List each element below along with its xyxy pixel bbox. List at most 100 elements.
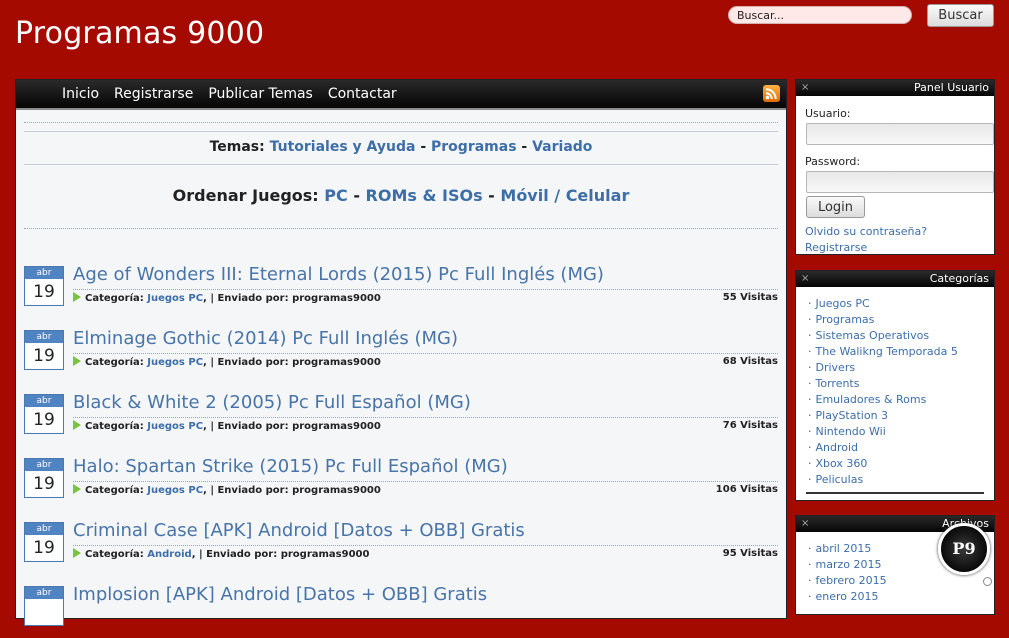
triangle-icon [73,420,81,430]
post-title-link[interactable]: Age of Wonders III: Eternal Lords (2015)… [73,264,604,285]
topic-link-tutoriales[interactable]: Tutoriales y Ayuda [270,139,416,155]
navbar: Inicio Registrarse Publicar Temas Contac… [16,80,786,110]
search-button[interactable]: Buscar [927,4,994,27]
sent-by-label: Enviado por: [217,293,289,304]
post-meta: Categoría: Juegos PC, | Enviado por: pro… [73,484,381,496]
meta-separator: , | [203,485,214,496]
topic-link-variado[interactable]: Variado [532,139,592,155]
category-item[interactable]: Programas [808,312,958,328]
meta-separator: , | [191,549,203,560]
date-day: 19 [33,346,55,366]
site-title[interactable]: Programas 9000 [15,16,264,51]
search-input[interactable] [728,6,912,24]
date-month: abr [25,459,63,471]
widget-title: Categorías [929,272,989,285]
post-author: programas9000 [292,421,381,432]
username-field[interactable] [806,123,994,145]
password-label: Password: [805,155,861,168]
password-field[interactable] [806,171,994,193]
divider [24,122,778,123]
post-title-link[interactable]: Elminage Gothic (2014) Pc Full Inglés (M… [73,328,458,349]
meta-separator: , | [203,293,214,304]
post-underline [73,417,778,418]
category-item[interactable]: Juegos PC [808,296,958,312]
rss-icon[interactable] [763,85,780,102]
divider [24,131,778,132]
post-item: abr 19 Criminal Case [APK] Android [Dato… [24,520,778,574]
nav-item-registrarse[interactable]: Registrarse [114,80,193,108]
date-month: abr [25,587,63,599]
p9-logo-badge[interactable]: P9 [938,523,990,575]
post-title-link[interactable]: Implosion [APK] Android [Datos + OBB] Gr… [73,584,487,605]
divider [24,228,778,229]
order-link-roms[interactable]: ROMs & ISOs [366,186,483,205]
category-item[interactable]: Peliculas [808,472,958,488]
user-panel-widget: × Panel Usuario Usuario: Password: Login… [795,79,995,255]
category-label: Categoría: [85,549,144,560]
archive-item[interactable]: febrero 2015 [808,573,887,589]
post-underline [73,353,778,354]
meta-separator: , | [203,421,214,432]
category-item[interactable]: PlayStation 3 [808,408,958,424]
category-link[interactable]: Juegos PC [147,293,203,304]
category-label: Categoría: [85,421,144,432]
post-title-link[interactable]: Criminal Case [APK] Android [Datos + OBB… [73,520,525,541]
divider [24,164,778,165]
category-item[interactable]: Android [808,440,958,456]
category-label: Categoría: [85,357,144,368]
sent-by-label: Enviado por: [217,485,289,496]
separator: - [420,139,427,155]
category-item[interactable]: Sistemas Operativos [808,328,958,344]
order-row: Ordenar Juegos: PC - ROMs & ISOs - Móvil… [16,186,786,205]
register-link[interactable]: Registrarse [805,241,867,254]
category-item[interactable]: Torrents [808,376,958,392]
nav-item-publicar-temas[interactable]: Publicar Temas [208,80,313,108]
close-icon[interactable]: × [801,81,809,95]
post-item: abr 19 Age of Wonders III: Eternal Lords… [24,264,778,318]
order-link-pc[interactable]: PC [324,186,347,205]
date-badge: abr 19 [24,266,64,306]
category-label: Categoría: [85,293,144,304]
close-icon[interactable]: × [801,517,809,531]
post-visits: 95 Visitas [722,548,778,559]
archive-item[interactable]: abril 2015 [808,541,887,557]
categories-list: Juegos PC Programas Sistemas Operativos … [808,296,958,488]
post-meta: Categoría: Juegos PC, | Enviado por: pro… [73,292,381,304]
category-link[interactable]: Android [147,549,191,560]
post-item: abr Implosion [APK] Android [Datos + OBB… [24,584,778,638]
post-item: abr 19 Halo: Spartan Strike (2015) Pc Fu… [24,456,778,510]
widget-title: Panel Usuario [914,81,989,94]
date-month: abr [25,331,63,343]
category-item[interactable]: Nintendo Wii [808,424,958,440]
login-button[interactable]: Login [806,196,865,218]
nav-item-inicio[interactable]: Inicio [62,80,99,108]
topics-label: Temas: [209,139,265,155]
order-link-movil[interactable]: Móvil / Celular [500,186,629,205]
archives-list: abril 2015 marzo 2015 febrero 2015 enero… [808,541,887,605]
close-icon[interactable]: × [801,272,809,286]
category-link[interactable]: Juegos PC [147,485,203,496]
post-title-link[interactable]: Black & White 2 (2005) Pc Full Español (… [73,392,471,413]
category-link[interactable]: Juegos PC [147,421,203,432]
post-visits: 106 Visitas [715,484,778,495]
topic-link-programas[interactable]: Programas [431,139,517,155]
category-item[interactable]: Xbox 360 [808,456,958,472]
post-author: programas9000 [292,293,381,304]
post-title-link[interactable]: Halo: Spartan Strike (2015) Pc Full Espa… [73,456,508,477]
date-badge: abr 19 [24,330,64,370]
date-month: abr [25,395,63,407]
date-month: abr [25,523,63,535]
post-author: programas9000 [280,549,370,560]
widget-header: × Categorías [796,271,994,287]
category-label: Categoría: [85,485,144,496]
badge-resize-handle[interactable] [983,577,992,586]
archive-item[interactable]: marzo 2015 [808,557,887,573]
nav-item-contactar[interactable]: Contactar [328,80,397,108]
category-item[interactable]: Emuladores & Roms [808,392,958,408]
post-item: abr 19 Elminage Gothic (2014) Pc Full In… [24,328,778,382]
category-item[interactable]: Drivers [808,360,958,376]
post-item: abr 19 Black & White 2 (2005) Pc Full Es… [24,392,778,446]
category-link[interactable]: Juegos PC [147,357,203,368]
category-item[interactable]: The Walikng Temporada 5 [808,344,958,360]
forgot-password-link[interactable]: Olvido su contraseña? [805,225,927,238]
